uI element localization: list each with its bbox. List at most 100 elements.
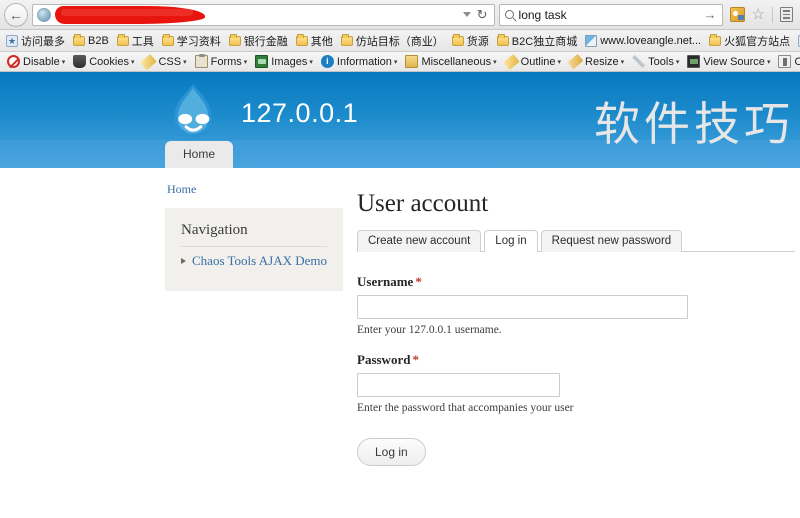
folder-icon [73, 33, 85, 46]
site-icon [585, 34, 598, 47]
search-bar[interactable]: long task → [498, 3, 723, 26]
arrow-right-icon[interactable]: → [704, 7, 717, 22]
devtool-label: Outline [521, 56, 561, 68]
username-input[interactable] [357, 295, 688, 319]
tab-log-in[interactable]: Log in [484, 230, 538, 253]
bookmark-label: B2C独立商城 [511, 35, 578, 48]
devtool-label: Cookies [89, 56, 134, 68]
site-name: 127.0.0.1 [241, 97, 359, 128]
reader-list-icon[interactable] [780, 7, 793, 22]
devtool-images[interactable]: Images [252, 55, 316, 68]
password-label-text: Password [357, 352, 411, 367]
bookmark-item[interactable]: 货源 [449, 32, 492, 50]
bookmark-label: 仿站目标（商业） [355, 35, 444, 48]
devtool-label: Disable [23, 56, 65, 68]
disable-icon [7, 55, 20, 68]
bookmark-label: 访问最多 [21, 35, 65, 48]
password-input[interactable] [357, 373, 560, 397]
bookmark-item[interactable]: B2C独立商城 [494, 32, 580, 50]
web-developer-toolbar: Disable Cookies CSS Forms Images iInform… [0, 52, 800, 72]
search-input[interactable]: long task [519, 8, 699, 22]
bookmark-label: 货源 [466, 35, 489, 48]
triangle-right-icon [181, 258, 186, 264]
devtool-label: Images [271, 56, 313, 68]
username-description: Enter your 127.0.0.1 username. [357, 324, 502, 336]
devtool-css[interactable]: CSS [139, 53, 189, 70]
bookmark-item[interactable]: ★访问最多 [795, 32, 800, 50]
user-account-tabs: Create new account Log in Request new pa… [357, 230, 795, 253]
star-icon[interactable]: ☆ [752, 7, 765, 22]
bookmark-label: 学习资料 [176, 35, 221, 48]
bookmark-label: www.loveangle.net... [600, 34, 702, 47]
devtool-information[interactable]: i Information [318, 55, 401, 68]
page-title: User account [357, 190, 489, 217]
page-content: Home Navigation Chaos Tools AJAX Demo Us… [0, 97, 800, 466]
tab-request-new-password[interactable]: Request new password [540, 230, 683, 252]
extension-icon[interactable] [729, 7, 745, 22]
devtool-disable[interactable]: Disable [4, 55, 68, 68]
address-bar[interactable]: ↻ [32, 3, 495, 26]
sidebar-block-title: Navigation [181, 222, 327, 247]
devtool-outline[interactable]: Outline [502, 53, 564, 70]
devtool-label: View Source [703, 56, 770, 68]
sidebar-navigation-block: Navigation Chaos Tools AJAX Demo [165, 208, 343, 291]
main-column: User account Create new account Log in R… [357, 190, 795, 466]
cookies-icon [73, 55, 87, 68]
folder-icon [295, 33, 308, 46]
bookmark-item[interactable]: 工具 [114, 32, 157, 50]
password-label: Password * [357, 352, 777, 368]
page-favicon-icon [37, 7, 51, 22]
devtool-label: Resize [585, 56, 624, 68]
sidebar-item-label[interactable]: Chaos Tools AJAX Demo [192, 253, 327, 269]
primary-menu-item-home[interactable]: Home [165, 141, 234, 168]
view-source-icon [687, 55, 701, 68]
folder-icon [228, 33, 241, 46]
bookmark-star-icon: ★ [6, 34, 18, 47]
address-bar-actions: ↻ [462, 7, 490, 23]
login-form: Username * Enter your 127.0.0.1 username.… [357, 274, 777, 466]
devtool-label: Forms [211, 56, 248, 68]
sidebar-item-chaos-tools-ajax-demo[interactable]: Chaos Tools AJAX Demo [181, 253, 327, 269]
bookmark-item[interactable]: www.loveangle.net... [582, 34, 704, 48]
username-label: Username * [357, 274, 777, 290]
bookmark-item[interactable]: 仿站目标（商业） [338, 32, 447, 50]
bookmark-label: B2B [88, 34, 109, 47]
password-field-group: Password * Enter the password that accomp… [357, 352, 777, 414]
sidebar-menu: Chaos Tools AJAX Demo [181, 253, 327, 269]
information-icon: i [320, 55, 334, 68]
devtool-options[interactable]: Options [775, 55, 800, 68]
bookmark-item[interactable]: 火狐官方站点 [706, 32, 793, 50]
reload-icon[interactable]: ↻ [477, 7, 488, 23]
devtool-tools[interactable]: Tools [629, 55, 682, 68]
devtool-resize[interactable]: Resize [566, 53, 627, 70]
bookmark-item[interactable]: 学习资料 [159, 32, 224, 50]
chevron-down-icon[interactable] [462, 12, 471, 17]
back-arrow-icon[interactable]: ← [4, 2, 28, 27]
breadcrumb[interactable]: Home [167, 182, 196, 197]
primary-menu-strip [0, 140, 800, 168]
bookmark-item[interactable]: 其他 [293, 32, 336, 50]
browser-toolbar-icons: ☆ [727, 6, 796, 23]
devtool-view-source[interactable]: View Source [684, 55, 773, 68]
bookmark-item[interactable]: 银行金融 [226, 32, 291, 50]
bookmark-item[interactable]: ★访问最多 [3, 32, 68, 50]
tools-icon [632, 55, 646, 68]
devtool-miscellaneous[interactable]: Miscellaneous [402, 55, 499, 68]
css-pencil-icon [140, 53, 158, 70]
page-viewport: 127.0.0.1 Home Home Navigation Chaos Too… [0, 72, 800, 516]
site-branding[interactable]: 127.0.0.1 [165, 82, 358, 144]
folder-icon [496, 33, 509, 46]
outline-pencil-icon [502, 53, 520, 70]
required-marker: * [415, 274, 422, 289]
bookmark-item[interactable]: B2B [70, 33, 112, 48]
bookmark-label: 其他 [310, 35, 333, 48]
bookmark-label: 工具 [131, 35, 154, 48]
devtool-cookies[interactable]: Cookies [70, 55, 137, 68]
devtool-forms[interactable]: Forms [192, 54, 251, 68]
tab-create-new-account[interactable]: Create new account [357, 230, 482, 252]
log-in-button[interactable]: Log in [357, 438, 426, 466]
devtool-label: Tools [648, 56, 679, 68]
browser-window: ← ↻ long task → ☆ ★访问最多 B2B 工具 学习资料 银行金 [0, 0, 800, 518]
folder-icon [451, 33, 464, 46]
browser-navigation-bar: ← ↻ long task → ☆ [0, 0, 800, 30]
